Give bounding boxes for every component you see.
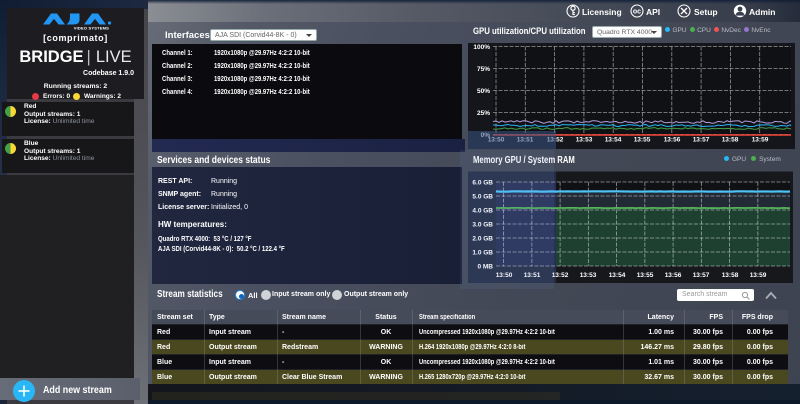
svg-text:25%: 25% — [477, 110, 490, 117]
svg-text:13:55: 13:55 — [634, 137, 651, 144]
svg-text:13:59: 13:59 — [750, 272, 767, 279]
svg-text:13:56: 13:56 — [665, 272, 682, 279]
svg-text:oc: oc — [633, 9, 641, 16]
svg-text:13:57: 13:57 — [693, 137, 710, 144]
svg-text:100%: 100% — [473, 44, 490, 51]
svg-text:13:54: 13:54 — [605, 137, 622, 144]
svg-text:13:53: 13:53 — [580, 272, 597, 279]
svg-text:13:57: 13:57 — [693, 272, 710, 279]
svg-text:13:58: 13:58 — [722, 272, 739, 279]
svg-text:VIDEO SYSTEMS: VIDEO SYSTEMS — [74, 26, 109, 31]
svg-text:50%: 50% — [477, 88, 490, 95]
svg-text:13:52: 13:52 — [552, 272, 569, 279]
svg-text:13:58: 13:58 — [722, 137, 739, 144]
svg-text:13:59: 13:59 — [752, 137, 769, 144]
svg-text:13:53: 13:53 — [576, 137, 593, 144]
svg-text:13:55: 13:55 — [637, 272, 654, 279]
svg-text:13:54: 13:54 — [609, 272, 626, 279]
svg-text:75%: 75% — [477, 66, 490, 73]
svg-text:13:56: 13:56 — [664, 137, 681, 144]
